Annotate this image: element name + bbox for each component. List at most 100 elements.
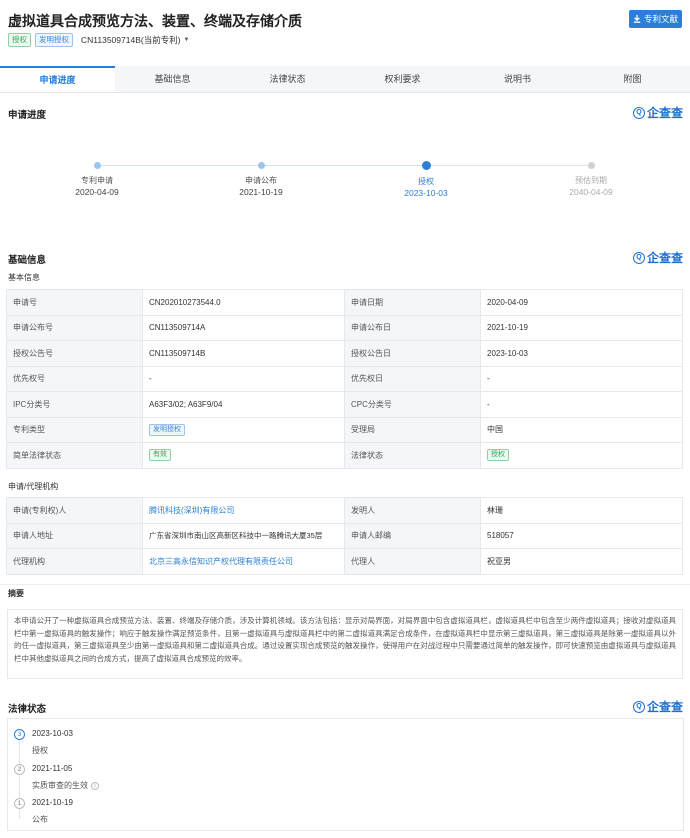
brand-mark-icon: Q bbox=[632, 251, 645, 264]
table-row: 专利类型 发明授权 受理局 中国 bbox=[6, 416, 683, 443]
brand-logo[interactable]: Q 企查查 bbox=[632, 249, 683, 266]
field-value: 518057 bbox=[480, 522, 683, 549]
event-date: 2021-11-05 bbox=[32, 764, 73, 773]
field-value: - bbox=[480, 365, 683, 392]
field-key: 简单法律状态 bbox=[6, 442, 143, 469]
event-number: 3 bbox=[14, 729, 25, 740]
field-value: - bbox=[480, 391, 683, 418]
applicant-link[interactable]: 腾讯科技(深圳)有限公司 bbox=[142, 497, 345, 524]
progress-timeline: 专利申请 2020-04-09 申请公布 2021-10-19 授权 2023-… bbox=[0, 150, 690, 210]
field-key: 申请人地址 bbox=[6, 522, 143, 549]
field-key: 专利类型 bbox=[6, 416, 143, 443]
basic-info-table: 申请号 CN202010273544.0 申请日期 2020-04-09 申请公… bbox=[6, 289, 683, 469]
brand-logo[interactable]: Q 企查查 bbox=[632, 698, 683, 715]
event-number: 2 bbox=[14, 764, 25, 775]
field-key: 申请人邮编 bbox=[344, 522, 481, 549]
field-key: 授权公告号 bbox=[6, 340, 143, 367]
field-value: 有效 bbox=[142, 442, 345, 469]
brand-name: 企查查 bbox=[646, 251, 683, 265]
tab-description[interactable]: 说明书 bbox=[460, 66, 575, 92]
table-row: 申请(专利权)人 腾讯科技(深圳)有限公司 发明人 林珊 bbox=[6, 497, 683, 524]
table-row: 简单法律状态 有效 法律状态 授权 bbox=[6, 442, 683, 469]
event-text-row: 实质审查的生效 i bbox=[32, 780, 99, 791]
field-value: A63F3/02; A63F9/04 bbox=[142, 391, 345, 418]
tab-claims[interactable]: 权利要求 bbox=[345, 66, 460, 92]
field-value: 2020-04-09 bbox=[480, 289, 683, 316]
agency-subtitle: 申请/代理机构 bbox=[8, 482, 59, 491]
timeline-step-label: 授权 bbox=[418, 177, 434, 186]
tab-drawings[interactable]: 附图 bbox=[575, 66, 690, 92]
field-key: 申请号 bbox=[6, 289, 143, 316]
field-key: 申请(专利权)人 bbox=[6, 497, 143, 524]
agency-link[interactable]: 北京三高永信知识产权代理有限责任公司 bbox=[142, 548, 345, 575]
table-row: 申请人地址 广东省深圳市南山区高新区科技中一路腾讯大厦35层 申请人邮编 518… bbox=[6, 522, 683, 549]
tab-basic-info[interactable]: 基础信息 bbox=[115, 66, 230, 92]
brand-mark-icon: Q bbox=[632, 106, 645, 119]
field-value: 林珊 bbox=[480, 497, 683, 524]
download-button[interactable]: 专利文献 bbox=[629, 10, 682, 28]
chevron-down-icon: ▼ bbox=[183, 37, 190, 43]
tab-progress[interactable]: 申请进度 bbox=[0, 66, 115, 92]
brand-name: 企查查 bbox=[646, 700, 683, 714]
field-key: CPC分类号 bbox=[344, 391, 481, 418]
timeline-step-date: 2023-10-03 bbox=[404, 188, 448, 198]
timeline-dot bbox=[93, 162, 101, 169]
brand-name: 企查查 bbox=[646, 106, 683, 120]
abstract-text: 本申请公开了一种虚拟道具合成预览方法、装置、终端及存储介质，涉及计算机领域。该方… bbox=[7, 609, 683, 679]
table-row: 授权公告号 CN113509714B 授权公告日 2023-10-03 bbox=[6, 340, 683, 367]
field-key: 申请公布日 bbox=[344, 314, 481, 341]
timeline-step-date: 2040-04-09 bbox=[569, 187, 613, 197]
agency-table: 申请(专利权)人 腾讯科技(深圳)有限公司 发明人 林珊 申请人地址 广东省深圳… bbox=[6, 497, 683, 575]
timeline-step: 申请公布 2021-10-19 bbox=[221, 150, 301, 198]
event-date: 2021-10-19 bbox=[32, 798, 73, 807]
event-number: 1 bbox=[14, 798, 25, 809]
legal-section-title: 法律状态 bbox=[8, 704, 47, 715]
event-text: 公布 bbox=[32, 815, 48, 824]
field-value: CN113509714B bbox=[142, 340, 345, 367]
legal-timeline: 3 2023-10-03 授权 2 2021-11-05 实质审查的生效 i 1 … bbox=[7, 718, 684, 831]
field-key: 优先权号 bbox=[6, 365, 143, 392]
status-badge: 授权 bbox=[8, 33, 31, 47]
field-key: 受理局 bbox=[344, 416, 481, 443]
field-key: 发明人 bbox=[344, 497, 481, 524]
field-key: 授权公告日 bbox=[344, 340, 481, 367]
field-value: 授权 bbox=[480, 442, 683, 469]
basic-section-title: 基础信息 bbox=[8, 255, 47, 266]
brand-logo[interactable]: Q 企查查 bbox=[632, 104, 683, 121]
download-icon bbox=[633, 15, 641, 23]
type-badge: 发明授权 bbox=[35, 33, 73, 47]
publication-selector[interactable]: CN113509714B(当前专利) ▼ bbox=[81, 34, 189, 46]
abstract-divider bbox=[0, 584, 690, 602]
field-value: CN202010273544.0 bbox=[142, 289, 345, 316]
timeline-dot bbox=[257, 162, 265, 169]
timeline-step: 专利申请 2020-04-09 bbox=[57, 150, 137, 198]
timeline-dot bbox=[421, 161, 431, 170]
publication-selector-value: CN113509714B(当前专利) bbox=[81, 35, 181, 45]
table-row: 申请公布号 CN113509714A 申请公布日 2021-10-19 bbox=[6, 314, 683, 341]
event-text: 授权 bbox=[32, 746, 48, 755]
timeline-step-label: 专利申请 bbox=[81, 176, 113, 185]
field-key: 优先权日 bbox=[344, 365, 481, 392]
field-key: 代理人 bbox=[344, 548, 481, 575]
timeline-step-date: 2021-10-19 bbox=[239, 187, 283, 197]
field-value: - bbox=[142, 365, 345, 392]
field-key: 申请公布号 bbox=[6, 314, 143, 341]
patent-type-badge: 发明授权 bbox=[149, 423, 185, 436]
field-value: CN113509714A bbox=[142, 314, 345, 341]
timeline-step-date: 2020-04-09 bbox=[75, 187, 119, 197]
field-key: 代理机构 bbox=[6, 548, 143, 575]
timeline-dot bbox=[587, 162, 595, 169]
abstract-title: 摘要 bbox=[8, 589, 24, 598]
header-tags: 授权 发明授权 CN113509714B(当前专利) ▼ bbox=[8, 33, 189, 47]
field-value: 广东省深圳市南山区高新区科技中一路腾讯大厦35层 bbox=[142, 522, 345, 549]
field-value: 发明授权 bbox=[142, 416, 345, 443]
tab-legal-status[interactable]: 法律状态 bbox=[230, 66, 345, 92]
timeline-step-current: 授权 2023-10-03 bbox=[386, 150, 466, 199]
download-label: 专利文献 bbox=[643, 14, 678, 24]
progress-section-title: 申请进度 bbox=[8, 110, 47, 121]
info-icon[interactable]: i bbox=[91, 781, 99, 790]
field-value: 2023-10-03 bbox=[480, 340, 683, 367]
timeline-step-label: 预估到期 bbox=[575, 176, 607, 185]
table-row: 优先权号 - 优先权日 - bbox=[6, 365, 683, 392]
field-value: 中国 bbox=[480, 416, 683, 443]
